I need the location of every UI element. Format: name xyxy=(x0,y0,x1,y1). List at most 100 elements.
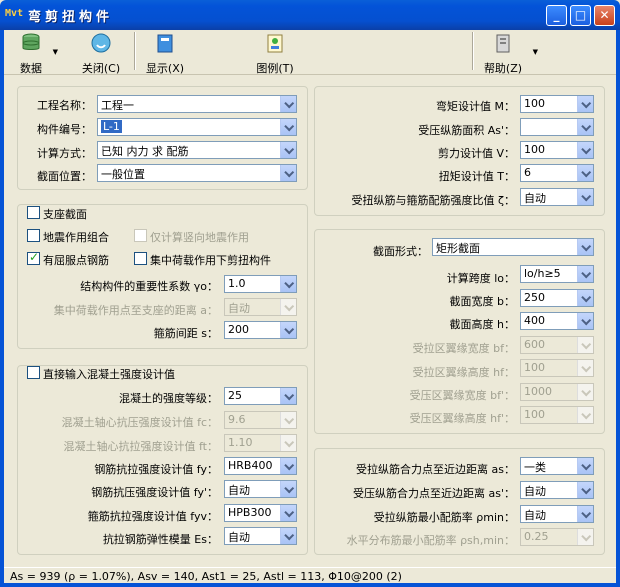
calc-method-label: 计算方式： xyxy=(37,147,92,160)
figure-button[interactable]: 图例(T) xyxy=(252,32,298,75)
fc-label: 混凝土轴心抗压强度设计值 fc： xyxy=(61,416,218,429)
moment-label: 弯矩设计值 M： xyxy=(436,100,515,113)
tension-cover-select[interactable]: 一类 xyxy=(520,457,594,475)
stirrup-spacing-select[interactable]: 200 xyxy=(224,321,297,339)
chevron-down-icon xyxy=(280,505,296,521)
chevron-down-icon xyxy=(577,407,593,423)
chevron-down-icon xyxy=(280,458,296,474)
title-bar: Mvt 弯剪扭构件 _ □ ✕ xyxy=(0,0,620,30)
hfp-field[interactable]: 100 xyxy=(520,406,594,424)
project-name-field[interactable]: 工程一 xyxy=(97,95,297,113)
support-section-checkbox[interactable] xyxy=(27,206,40,219)
member-id-label: 构件编号： xyxy=(37,123,92,136)
chevron-down-icon xyxy=(280,388,296,404)
horizontal-ratio-select[interactable]: 0.25 xyxy=(520,528,594,546)
importance-select[interactable]: 1.0 xyxy=(224,275,297,293)
load-distance-select[interactable]: 自动 xyxy=(224,298,297,316)
bfp-label: 受压区翼缘宽度 bf'： xyxy=(409,389,515,402)
width-field[interactable]: 250 xyxy=(520,289,594,307)
close-label: 关闭(C) xyxy=(81,62,121,75)
help-button[interactable]: 帮助(Z) ▼ xyxy=(480,32,538,75)
chevron-down-icon xyxy=(577,506,593,522)
concentrated-load-label: 集中荷载作用下剪扭构件 xyxy=(150,254,271,267)
book-icon xyxy=(157,34,173,53)
close-icon xyxy=(91,33,111,53)
section-shape-select[interactable]: 矩形截面 xyxy=(432,238,594,256)
bf-field[interactable]: 600 xyxy=(520,336,594,354)
yield-rebar-label: 有屈服点钢筋 xyxy=(43,254,109,267)
hf-field[interactable]: 100 xyxy=(520,359,594,377)
min-ratio-select[interactable]: 自动 xyxy=(520,505,594,523)
span-select[interactable]: lo/h≥5 xyxy=(520,265,594,283)
chevron-down-icon xyxy=(577,239,593,255)
chevron-down-icon[interactable]: ▼ xyxy=(53,48,58,56)
chevron-down-icon xyxy=(577,313,593,329)
toolbar: 数据 ▼ 关闭(C) 显示(X) 图例(T) 帮助(Z) ▼ xyxy=(4,30,616,75)
load-distance-label: 集中荷载作用点至支座的距离 a： xyxy=(53,304,218,317)
height-field[interactable]: 400 xyxy=(520,312,594,330)
fyv-label: 箍筋抗拉强度设计值 fyv： xyxy=(87,510,218,523)
tension-cover-label: 受拉纵筋合力点至近边距离 as： xyxy=(356,463,515,476)
status-text: As = 939 (ρ = 1.07%), Asv = 140, Ast1 = … xyxy=(10,570,402,583)
fy-label: 钢筋抗拉强度设计值 fy： xyxy=(94,463,218,476)
fy-select[interactable]: HRB400 xyxy=(224,457,297,475)
width-label: 截面宽度 b： xyxy=(449,295,515,308)
torque-field[interactable]: 6 xyxy=(520,164,594,182)
chevron-down-icon xyxy=(280,528,296,544)
member-id-field[interactable]: L-1 xyxy=(97,118,297,136)
chevron-down-icon xyxy=(577,96,593,112)
moment-field[interactable]: 100 xyxy=(520,95,594,113)
compression-rebar-area-label: 受压纵筋面积 As'： xyxy=(418,124,515,137)
window-title: 弯剪扭构件 xyxy=(28,10,114,25)
data-button[interactable]: 数据 ▼ xyxy=(14,32,58,75)
yield-rebar-checkbox[interactable] xyxy=(27,250,40,265)
compression-cover-select[interactable]: 自动 xyxy=(520,481,594,499)
zeta-select[interactable]: 自动 xyxy=(520,188,594,206)
figure-label: 图例(T) xyxy=(256,62,294,75)
stirrup-spacing-label: 箍筋间距 s： xyxy=(153,327,218,340)
fyv-select[interactable]: HPB300 xyxy=(224,504,297,522)
chevron-down-icon xyxy=(280,435,296,451)
fyp-label: 钢筋抗压强度设计值 fy'： xyxy=(91,486,218,499)
span-label: 计算跨度 lo： xyxy=(446,272,515,285)
chevron-down-icon[interactable]: ▼ xyxy=(533,48,538,56)
display-button[interactable]: 显示(X) xyxy=(142,32,188,75)
support-section-label: 支座截面 xyxy=(43,208,87,221)
concrete-grade-select[interactable]: 25 xyxy=(224,387,297,405)
concentrated-load-checkbox[interactable] xyxy=(134,252,147,265)
project-name-label: 工程名称： xyxy=(37,99,92,112)
calc-method-select[interactable]: 已知 内力 求 配筋 xyxy=(97,141,297,159)
maximize-button[interactable]: □ xyxy=(570,5,591,26)
close-window-button[interactable]: ✕ xyxy=(594,5,615,26)
height-label: 截面高度 h： xyxy=(449,318,515,331)
chevron-down-icon xyxy=(280,165,296,181)
section-position-select[interactable]: 一般位置 xyxy=(97,164,297,182)
min-ratio-label: 受拉纵筋最小配筋率 ρmin： xyxy=(373,511,515,524)
picture-icon xyxy=(267,34,283,53)
fyp-select[interactable]: 自动 xyxy=(224,480,297,498)
shear-field[interactable]: 100 xyxy=(520,141,594,159)
chevron-down-icon xyxy=(577,189,593,205)
es-select[interactable]: 自动 xyxy=(224,527,297,545)
seismic-combo-checkbox[interactable] xyxy=(27,229,40,242)
direct-input-checkbox[interactable] xyxy=(27,366,40,379)
fc-field[interactable]: 9.6 xyxy=(224,411,297,429)
chevron-down-icon xyxy=(577,119,593,135)
ft-label: 混凝土轴心抗拉强度设计值 ft： xyxy=(63,440,219,453)
ft-field[interactable]: 1.10 xyxy=(224,434,297,452)
toolbar-separator xyxy=(134,32,136,70)
chevron-down-icon xyxy=(577,142,593,158)
compression-rebar-area-field[interactable] xyxy=(520,118,594,136)
chevron-down-icon xyxy=(577,266,593,282)
bf-label: 受拉区翼缘宽度 bf： xyxy=(412,342,515,355)
display-label: 显示(X) xyxy=(145,62,185,75)
chevron-down-icon xyxy=(280,119,296,135)
close-button[interactable]: 关闭(C) xyxy=(76,32,126,75)
vertical-seismic-checkbox[interactable] xyxy=(134,229,147,242)
chevron-down-icon xyxy=(577,482,593,498)
bfp-field[interactable]: 1000 xyxy=(520,383,594,401)
chevron-down-icon xyxy=(577,458,593,474)
data-label: 数据 xyxy=(20,62,42,75)
chevron-down-icon xyxy=(577,337,593,353)
minimize-button[interactable]: _ xyxy=(546,5,567,26)
